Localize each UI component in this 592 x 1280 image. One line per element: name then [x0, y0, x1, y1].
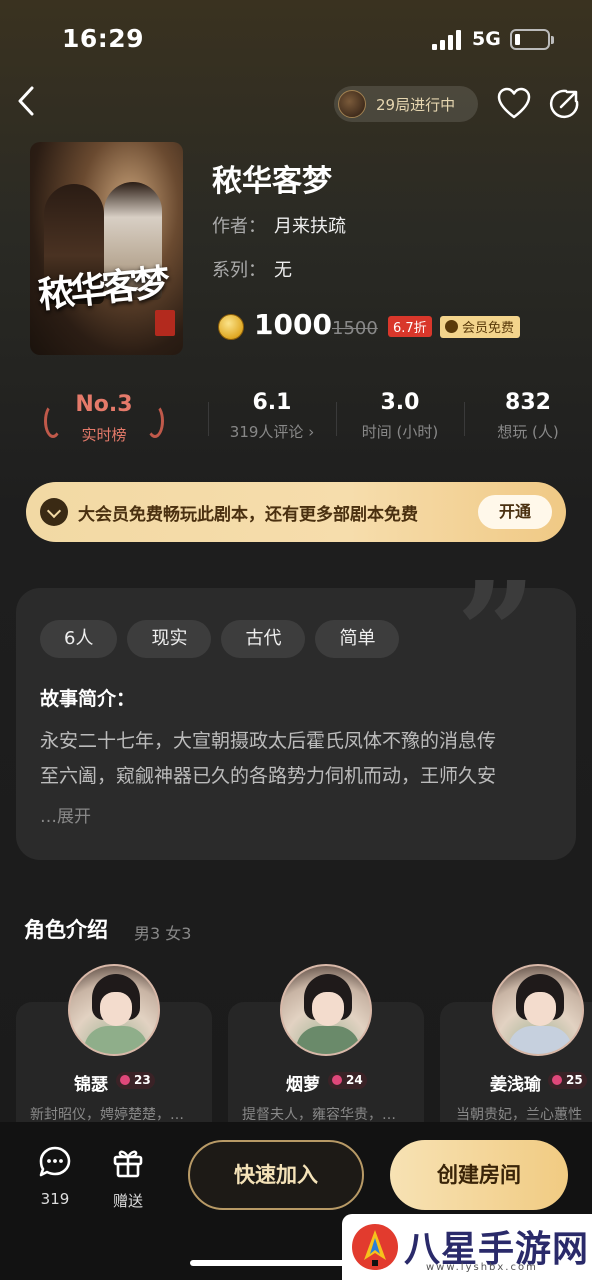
author-row: 作者： 月来扶疏	[212, 216, 346, 237]
status-bar: 16:29 5G	[0, 0, 592, 78]
role-desc: 提督夫人，雍容华贵，…	[242, 1107, 396, 1123]
role-avatar	[68, 964, 160, 1056]
in-progress-label: 29局进行中	[376, 96, 456, 114]
chat-count: 319	[40, 1190, 70, 1208]
score-value: 6.1	[252, 390, 292, 415]
rank-label: 实时榜	[81, 426, 127, 444]
tag-era[interactable]: 古代	[221, 620, 306, 658]
gift-button[interactable]: 赠送	[103, 1144, 153, 1211]
duration-stat: 3.0 时间 (小时)	[338, 390, 462, 442]
reviews-link: 319人评论 ›	[229, 423, 315, 441]
role-avatar	[492, 964, 584, 1056]
role-desc: 当朝贵妃，兰心蕙性	[456, 1107, 582, 1123]
vip-banner-text: 大会员免费畅玩此剧本，还有更多部剧本免费	[78, 505, 418, 525]
network-type: 5G	[472, 28, 501, 50]
script-cover: 秾华客梦	[30, 142, 183, 355]
role-name: 烟萝	[286, 1075, 320, 1095]
tag-genre[interactable]: 现实	[127, 620, 212, 658]
battery-icon	[510, 29, 554, 50]
script-title: 秾华客梦	[212, 164, 332, 199]
price-row: 1000 1500 6.7折 会员免费	[216, 308, 546, 344]
tag-difficulty[interactable]: 简单	[315, 620, 400, 658]
duration-label: 时间 (小时)	[361, 423, 439, 441]
roles-summary: 男3 女3	[134, 924, 192, 943]
price: 1000	[254, 308, 332, 341]
gift-icon	[113, 1150, 143, 1178]
series-row: 系列：无	[212, 260, 292, 281]
series-name: 无	[274, 260, 292, 281]
gift-label: 赠送	[112, 1192, 143, 1210]
want-label: 想玩 (人)	[497, 423, 559, 441]
duration-value: 3.0	[380, 390, 420, 415]
in-progress-pill[interactable]: 29局进行中	[334, 86, 478, 122]
story-text: 永安二十七年，大宣朝摄政太后霍氏凤体不豫的消息传 至六阖，窥觎神器已久的各路势力…	[40, 730, 497, 787]
stats-row: No.3 实时榜 6.1 319人评论 › 3.0 时间 (小时) 832 想玩…	[0, 386, 592, 456]
role-chat-count: 24	[328, 1072, 367, 1089]
want-value: 832	[505, 390, 551, 415]
want-stat: 832 想玩 (人)	[466, 390, 590, 442]
role-name: 锦瑟	[74, 1075, 108, 1095]
expand-link[interactable]: …展开	[40, 802, 91, 827]
vip-crown-icon	[40, 498, 68, 526]
role-chat-count: 25	[548, 1072, 587, 1089]
status-time: 16:29	[62, 24, 145, 53]
original-price: 1500	[332, 318, 378, 339]
roles-heading: 角色介绍	[24, 918, 108, 942]
create-room-button[interactable]: 创建房间	[390, 1140, 568, 1210]
watermark-logo-icon	[352, 1224, 398, 1270]
vip-free-badge: 会员免费	[440, 316, 521, 338]
watermark-url: www.lyshbx.com	[426, 1262, 538, 1273]
author-name: 月来扶疏	[274, 216, 346, 237]
favorite-button[interactable]	[496, 86, 532, 122]
signal-icon	[432, 30, 464, 50]
tag-players[interactable]: 6人	[40, 620, 118, 658]
heart-icon	[497, 87, 531, 119]
rank-number: No.3	[75, 392, 133, 417]
rank-badge[interactable]: No.3 实时榜	[40, 392, 168, 448]
tag-list: 6人 现实 古代 简单	[40, 620, 409, 658]
share-button[interactable]	[546, 86, 582, 122]
discount-badge: 6.7折	[388, 316, 432, 337]
vip-icon	[445, 320, 458, 333]
vip-open-button[interactable]: 开通	[478, 495, 552, 529]
chat-dot-icon	[552, 1075, 562, 1085]
quote-icon: ”	[456, 552, 537, 716]
chat-dot-icon	[120, 1075, 130, 1085]
score-stat[interactable]: 6.1 319人评论 ›	[210, 390, 334, 442]
chat-button[interactable]: 319	[30, 1144, 80, 1208]
role-chat-count: 23	[116, 1072, 155, 1089]
role-name: 姜浅瑜	[490, 1075, 541, 1095]
player-avatar	[338, 90, 366, 118]
vip-banner[interactable]: 大会员免费畅玩此剧本，还有更多部剧本免费 开通	[26, 482, 566, 542]
back-button[interactable]	[12, 82, 44, 120]
chevron-left-icon	[18, 86, 34, 116]
quick-join-button[interactable]: 快速加入	[188, 1140, 364, 1210]
site-watermark: 八星手游网 www.lyshbx.com	[342, 1214, 592, 1280]
chat-dot-icon	[332, 1075, 342, 1085]
story-heading: 故事简介：	[40, 688, 136, 710]
role-desc: 新封昭仪，娉婷楚楚，…	[30, 1107, 184, 1123]
coin-icon	[218, 314, 244, 340]
story-card: ” 6人 现实 古代 简单 故事简介： 永安二十七年，大宣朝摄政太后霍氏凤体不豫的消息…	[16, 564, 576, 860]
share-icon	[549, 89, 579, 119]
chat-bubble-icon	[39, 1146, 71, 1177]
role-avatar	[280, 964, 372, 1056]
